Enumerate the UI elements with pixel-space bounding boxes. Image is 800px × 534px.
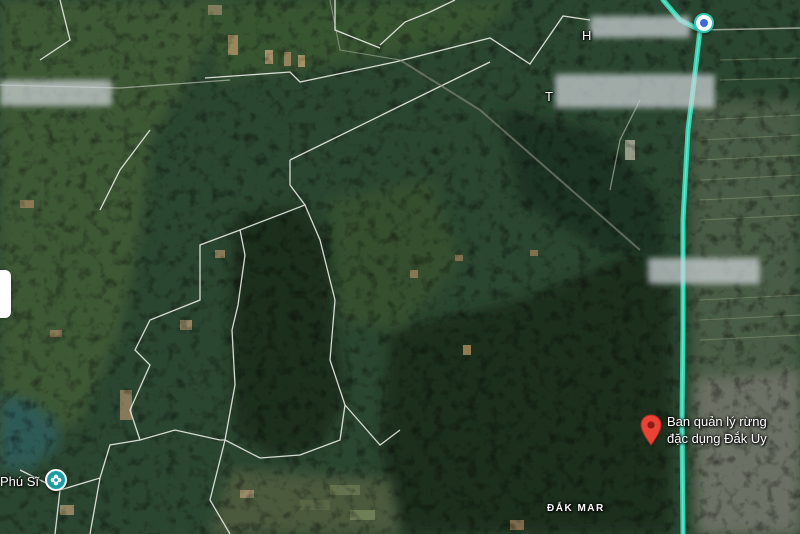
- flower-icon[interactable]: [45, 469, 67, 491]
- poi-label-phu-si[interactable]: Phú Sĩ: [0, 474, 39, 490]
- redacted-label-top-center: [590, 16, 690, 38]
- route-point-dot: [700, 19, 708, 27]
- partial-label-t: T: [545, 89, 553, 104]
- route-point-icon[interactable]: [694, 13, 714, 33]
- partial-label-h: H: [582, 28, 592, 43]
- redacted-label-top-left: [0, 80, 112, 106]
- place-label-line-1[interactable]: Ban quản lý rừng: [667, 414, 767, 430]
- flower-glyph: [50, 474, 62, 486]
- area-label: ĐẮK MAR: [547, 503, 605, 514]
- location-pin-icon[interactable]: [640, 414, 662, 446]
- redacted-label-mid-right: [648, 258, 760, 284]
- side-panel-toggle[interactable]: [0, 270, 11, 318]
- redacted-label-top-right: [555, 74, 715, 108]
- place-label-line-2[interactable]: đặc dụng Đắk Uy: [667, 431, 767, 447]
